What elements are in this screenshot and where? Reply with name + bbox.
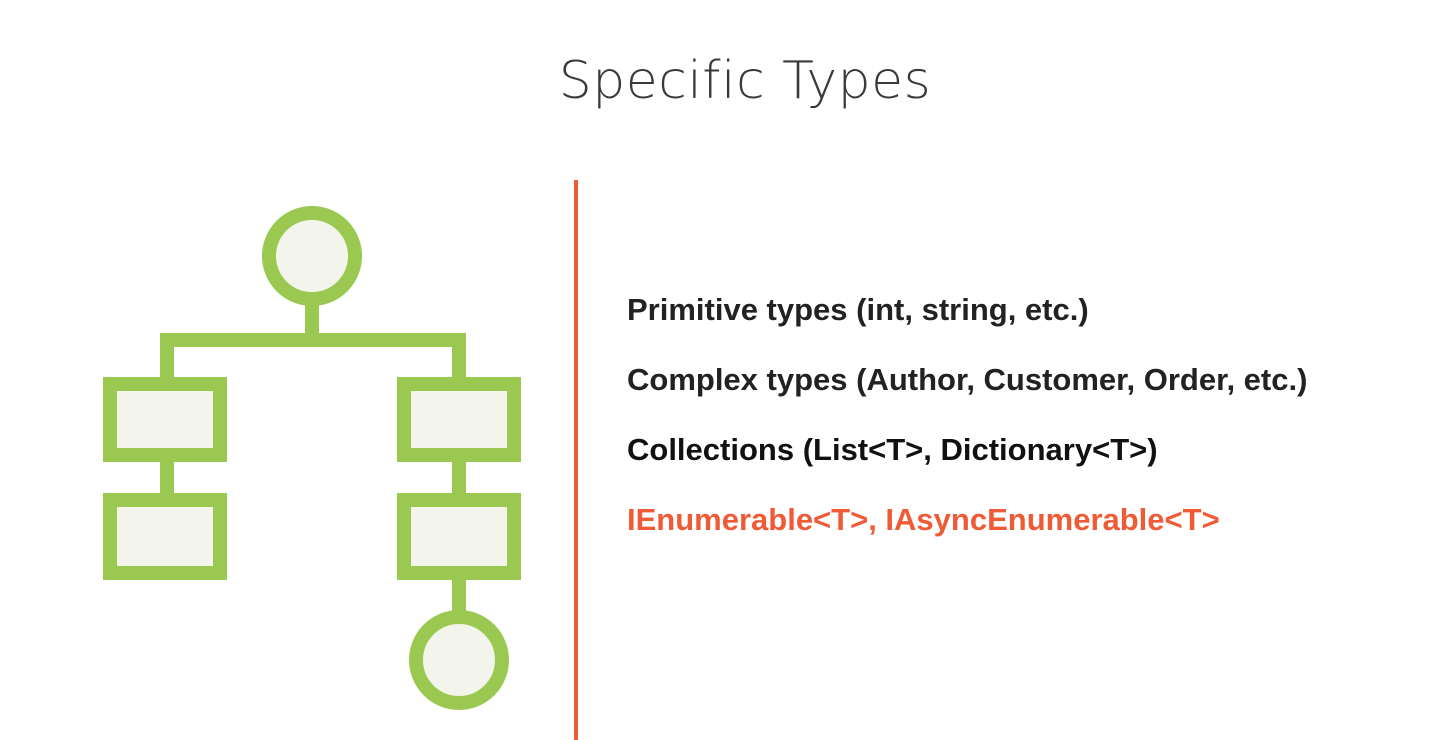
list-item: Collections (List<T>, Dictionary<T>) [627, 432, 1158, 467]
list-item: Primitive types (int, string, etc.) [627, 292, 1089, 327]
left-box-bottom [103, 493, 227, 580]
type-list: Primitive types (int, string, etc.) Comp… [627, 290, 1307, 570]
hierarchy-diagram-icon [103, 206, 521, 710]
root-node-circle [262, 206, 362, 306]
left-box-top [103, 377, 227, 462]
leaf-node-circle [409, 610, 509, 710]
vertical-divider [574, 180, 578, 740]
list-item: Complex types (Author, Customer, Order, … [627, 362, 1308, 397]
right-box-top [397, 377, 521, 462]
list-item: IEnumerable<T>, IAsyncEnumerable<T> [627, 502, 1220, 537]
right-box-bottom [397, 493, 521, 580]
